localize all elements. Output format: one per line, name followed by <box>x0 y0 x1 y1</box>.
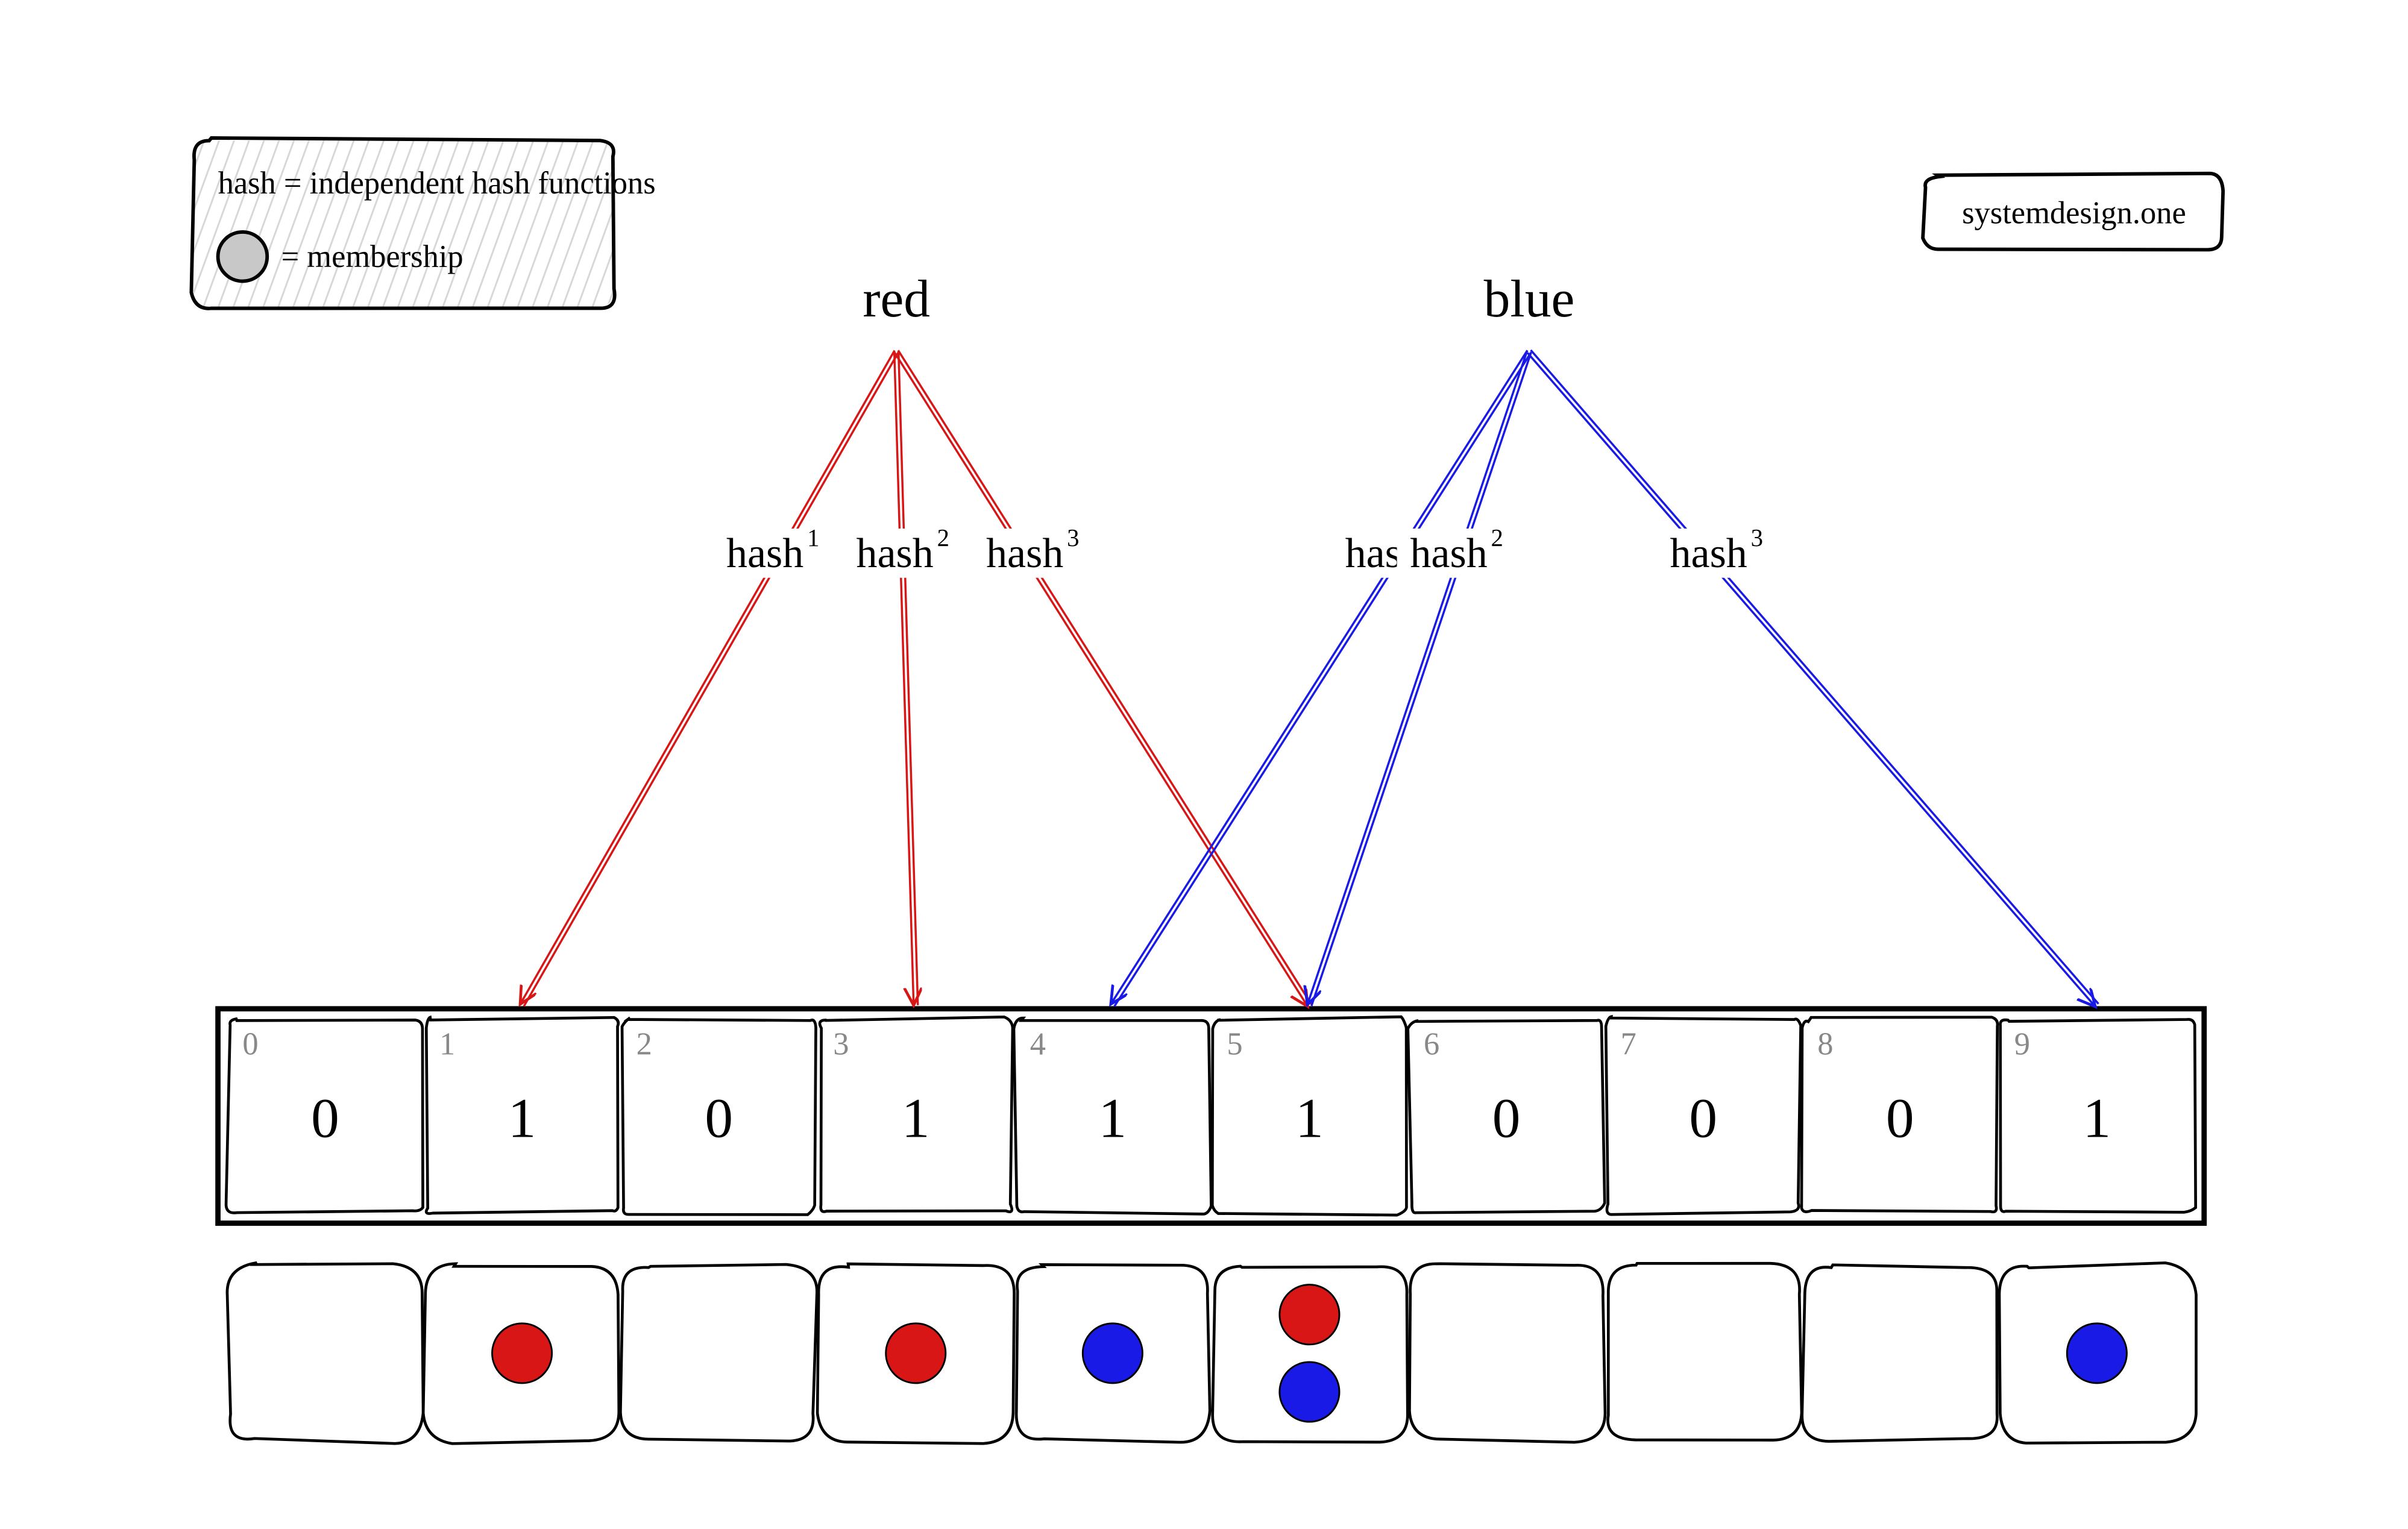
membership-dot-blue <box>2067 1323 2127 1383</box>
bit-value: 1 <box>1295 1088 1324 1150</box>
membership-cell <box>620 1264 817 1441</box>
item-label-blue: blue <box>1484 269 1575 328</box>
bit-index: 4 <box>1030 1027 1046 1062</box>
bit-value: 0 <box>705 1088 733 1150</box>
bit-index: 0 <box>242 1027 258 1062</box>
hash-arrow-blue <box>1527 353 2095 1007</box>
hash-arrow-blue <box>1307 351 1527 1005</box>
hash-arrow-red <box>520 350 894 1004</box>
bit-index: 5 <box>1227 1027 1242 1062</box>
bit-index: 3 <box>833 1027 849 1062</box>
hash-arrow-red <box>898 350 1311 1004</box>
hash-arrow-blue <box>1114 353 1531 1006</box>
membership-cell <box>1608 1263 1802 1440</box>
membership-dot-blue <box>1083 1323 1142 1383</box>
membership-dot-red <box>886 1323 946 1383</box>
membership-dot-red <box>1280 1285 1339 1345</box>
legend-line-2: = membership <box>281 239 464 274</box>
bit-index: 9 <box>2014 1027 2030 1062</box>
bit-value: 1 <box>1099 1088 1127 1150</box>
attribution-text: systemdesign.one <box>1962 195 2186 230</box>
legend-line-1: hash = independent hash functions <box>218 166 656 201</box>
bit-value: 1 <box>2083 1088 2111 1150</box>
bit-value: 0 <box>1689 1088 1717 1150</box>
bit-value: 0 <box>1492 1088 1521 1150</box>
membership-cell <box>227 1263 423 1443</box>
bit-index: 6 <box>1424 1027 1439 1062</box>
bit-value: 1 <box>508 1088 536 1150</box>
hash-arrow-blue <box>1531 350 2099 1004</box>
item-label-red: red <box>863 269 930 328</box>
bit-index: 2 <box>637 1027 652 1062</box>
bit-value: 0 <box>1886 1088 1914 1150</box>
bit-value: 0 <box>311 1088 339 1150</box>
bit-index: 7 <box>1621 1027 1636 1062</box>
membership-dot-red <box>492 1323 552 1383</box>
bit-index: 1 <box>439 1027 455 1062</box>
membership-cell <box>1409 1264 1605 1442</box>
legend-circle-icon <box>218 232 268 281</box>
bit-value: 1 <box>902 1088 930 1150</box>
hash-arrow-red <box>524 353 898 1006</box>
membership-cell <box>1802 1265 1998 1442</box>
hash-arrow-blue <box>1312 352 1532 1006</box>
membership-dot-blue <box>1280 1362 1339 1422</box>
hash-arrow-red <box>899 351 918 1005</box>
hash-arrow-red <box>894 353 1307 1006</box>
hash-arrow-red <box>894 351 914 1005</box>
bit-index: 8 <box>1817 1027 1833 1062</box>
hash-arrow-blue <box>1111 350 1527 1004</box>
